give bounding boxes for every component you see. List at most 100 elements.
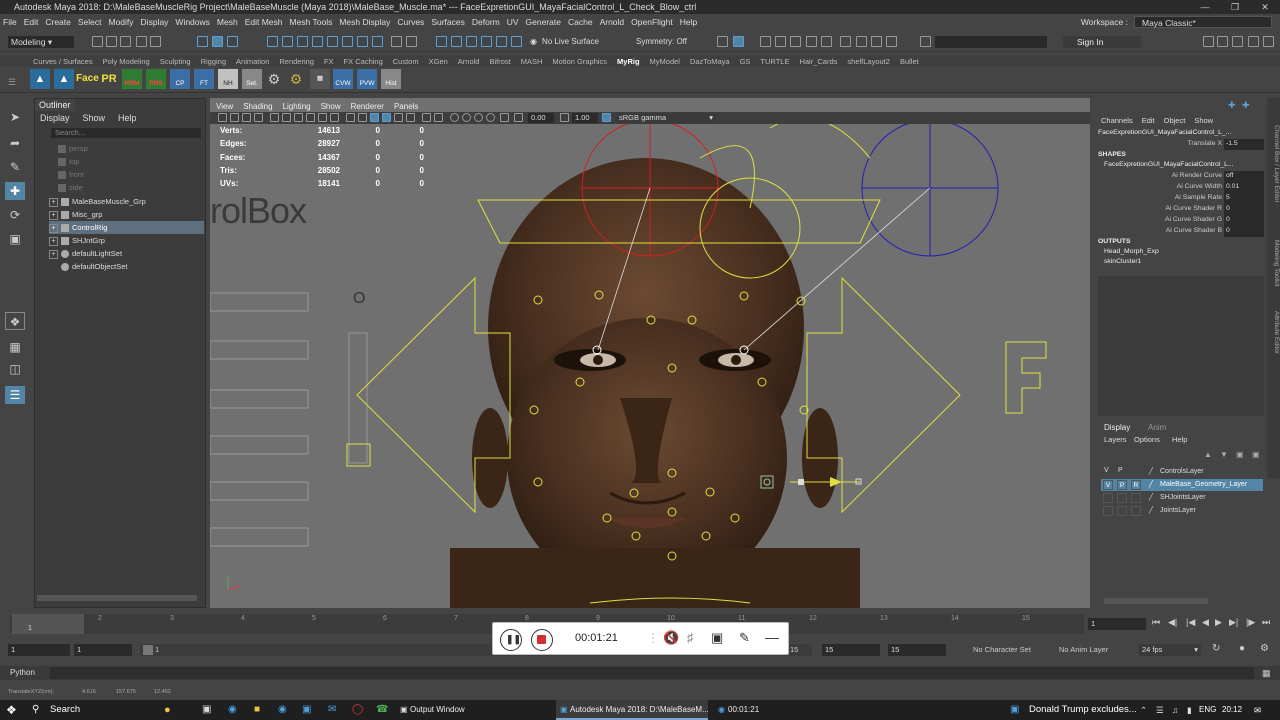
bookmark-icon[interactable] [242, 113, 251, 122]
outliner-hscrollbar[interactable] [37, 595, 197, 601]
menu-openflight[interactable]: OpenFlight [628, 15, 677, 29]
cb-menu-object[interactable]: Object [1164, 116, 1186, 125]
outliner-item-top[interactable]: top [49, 155, 204, 168]
pvw-tool-icon[interactable]: PVW [357, 69, 377, 89]
expand-icon[interactable]: + [49, 236, 58, 246]
ft-tool-icon[interactable]: FT [194, 69, 214, 89]
layer-tab-display[interactable]: Display [1104, 423, 1130, 432]
modeling-toolkit-icon[interactable] [1203, 36, 1214, 47]
cb-sync-icon[interactable]: ✚ [1228, 100, 1236, 111]
task-maya[interactable]: ▣ Autodesk Maya 2018: D:\MaleBaseM... [556, 700, 708, 720]
pause-ipr-icon[interactable] [886, 36, 897, 47]
outliner-tab[interactable]: Outliner [35, 99, 75, 111]
field-chart-icon[interactable] [318, 113, 327, 122]
outliner-item-shjntgrp[interactable]: + SHJntGrp [49, 234, 204, 247]
cb-attr-row[interactable]: Ai Curve Shader B0 [1096, 226, 1266, 237]
save-scene-icon[interactable] [120, 36, 131, 47]
select-tool-icon[interactable]: ➤ [5, 108, 25, 126]
maya-home-icon[interactable]: ▲ [30, 69, 50, 89]
sign-in-button[interactable]: Sign In [1063, 36, 1141, 48]
layer-move-up-icon[interactable]: ▲ [1204, 450, 1212, 459]
open-scene-icon[interactable] [106, 36, 117, 47]
snap-face-icon[interactable] [372, 36, 383, 47]
character-controls-icon[interactable] [1217, 36, 1228, 47]
layer-menu-options[interactable]: Options [1134, 435, 1160, 444]
play-forwards-icon[interactable]: ▶ [1215, 617, 1222, 628]
menu-curves[interactable]: Curves [394, 15, 428, 29]
cb-shape-name[interactable]: FaceExpretionGUI_MayaFacialControl_L... [1096, 160, 1266, 171]
layer-menu-help[interactable]: Help [1172, 435, 1187, 444]
vp-menu-show[interactable]: Show [321, 102, 341, 111]
command-language-label[interactable]: Python [10, 666, 35, 680]
select-object-icon[interactable] [212, 36, 223, 47]
cb-attr-row[interactable]: Ai Curve Width 0.01 [1096, 182, 1266, 193]
menu-surfaces[interactable]: Surfaces [428, 15, 469, 29]
select-hierarchy-icon[interactable] [197, 36, 208, 47]
live-surface-icon[interactable]: ◉ [530, 36, 537, 48]
cb-attr-row[interactable]: Translate X -1.5 [1096, 139, 1266, 150]
outliner-item-controlrig[interactable]: + ControlRig [49, 221, 204, 234]
cb-output-item[interactable]: skinCluster1 [1096, 257, 1266, 268]
edge-icon[interactable]: ◉ [228, 700, 237, 720]
gate-mask-icon[interactable] [306, 113, 315, 122]
step-back-key-icon[interactable]: |◀ [1186, 617, 1195, 628]
soft-select-icon[interactable] [481, 36, 492, 47]
step-forward-icon[interactable]: |▶ [1246, 617, 1255, 628]
layout-outliner-icon[interactable]: ☰ [5, 386, 25, 404]
color-management-icon[interactable] [602, 113, 611, 122]
cb-attr-value[interactable]: 0 [1224, 204, 1264, 215]
layer-tab-anim[interactable]: Anim [1148, 423, 1166, 432]
layer-reference-toggle[interactable] [1131, 506, 1141, 516]
notification-icon[interactable]: ✉ [1254, 700, 1261, 720]
menu-deform[interactable]: Deform [469, 15, 504, 29]
cb-menu-show[interactable]: Show [1194, 116, 1213, 125]
construction-history-icon[interactable] [436, 36, 447, 47]
outliner-menu-show[interactable]: Show [83, 113, 106, 123]
hist-tool-icon[interactable]: Hist [381, 69, 401, 89]
task-view-icon[interactable]: ▣ [202, 700, 211, 720]
vp-menu-renderer[interactable]: Renderer [351, 102, 384, 111]
layer-hscrollbar[interactable] [1104, 598, 1208, 604]
wireframe-icon[interactable] [346, 113, 355, 122]
current-frame-field[interactable]: 1 [1088, 618, 1146, 630]
viewport-panel[interactable]: View Shading Lighting Show Renderer Panels 0.… [210, 98, 1090, 608]
cb-attr-value[interactable]: 0.01 [1224, 182, 1264, 193]
cb-menu-channels[interactable]: Channels [1101, 116, 1133, 125]
current-frame-marker[interactable] [12, 614, 84, 634]
workspace-select[interactable]: Maya Classic* [1134, 16, 1272, 28]
step-back-icon[interactable]: ◀| [1168, 617, 1177, 628]
shadows-icon[interactable] [406, 113, 415, 122]
cb-attr-value[interactable]: 5 [1224, 193, 1264, 204]
textured-icon[interactable] [382, 113, 391, 122]
gamma-icon[interactable] [560, 113, 569, 122]
color-space-select[interactable]: sRGB gamma ▾ [616, 113, 716, 123]
outliner-item-persp[interactable]: persp [49, 142, 204, 155]
vp-menu-shading[interactable]: Shading [243, 102, 272, 111]
image-plane-icon[interactable] [254, 113, 263, 122]
tray-chevron-icon[interactable]: ⌃ [1140, 700, 1147, 720]
film-gate-icon[interactable] [282, 113, 291, 122]
menu-windows[interactable]: Windows [172, 15, 213, 29]
outliner-menu-help[interactable]: Help [118, 113, 137, 123]
taskbar-widgets-icon[interactable]: ● [164, 700, 171, 720]
snap-edge-icon[interactable] [357, 36, 368, 47]
task-output-window[interactable]: ▣ Output Window [396, 700, 546, 720]
menu-edit-mesh[interactable]: Edit Mesh [242, 15, 287, 29]
paint-select-icon[interactable] [466, 36, 477, 47]
maya-rig-icon[interactable]: ▲ [54, 69, 74, 89]
side-tab-modeling-toolkit[interactable]: Modeling Toolkit [1267, 228, 1280, 298]
cb-cog-icon[interactable]: ✚ [1242, 100, 1250, 111]
cb-attr-row[interactable]: Ai Render Curve off [1096, 171, 1266, 182]
blend-shape-icon[interactable]: ▦ [310, 69, 330, 89]
character-set-select[interactable]: No Character Set [973, 644, 1031, 656]
ipr-render-icon[interactable] [775, 36, 786, 47]
taskbar-search-icon[interactable]: ⚲ [32, 700, 39, 720]
go-to-start-icon[interactable]: ⏮ [1152, 617, 1160, 628]
language-indicator[interactable]: ENG [1199, 700, 1216, 720]
render-settings-icon[interactable] [790, 36, 801, 47]
camera-attrs-icon[interactable] [230, 113, 239, 122]
menu-cache[interactable]: Cache [565, 15, 597, 29]
news-headline[interactable]: Donald Trump excludes... [1029, 700, 1137, 720]
layer-move-down-icon[interactable]: ▼ [1220, 450, 1228, 459]
side-tab-attribute-editor[interactable]: Attribute Editor [1267, 302, 1280, 362]
